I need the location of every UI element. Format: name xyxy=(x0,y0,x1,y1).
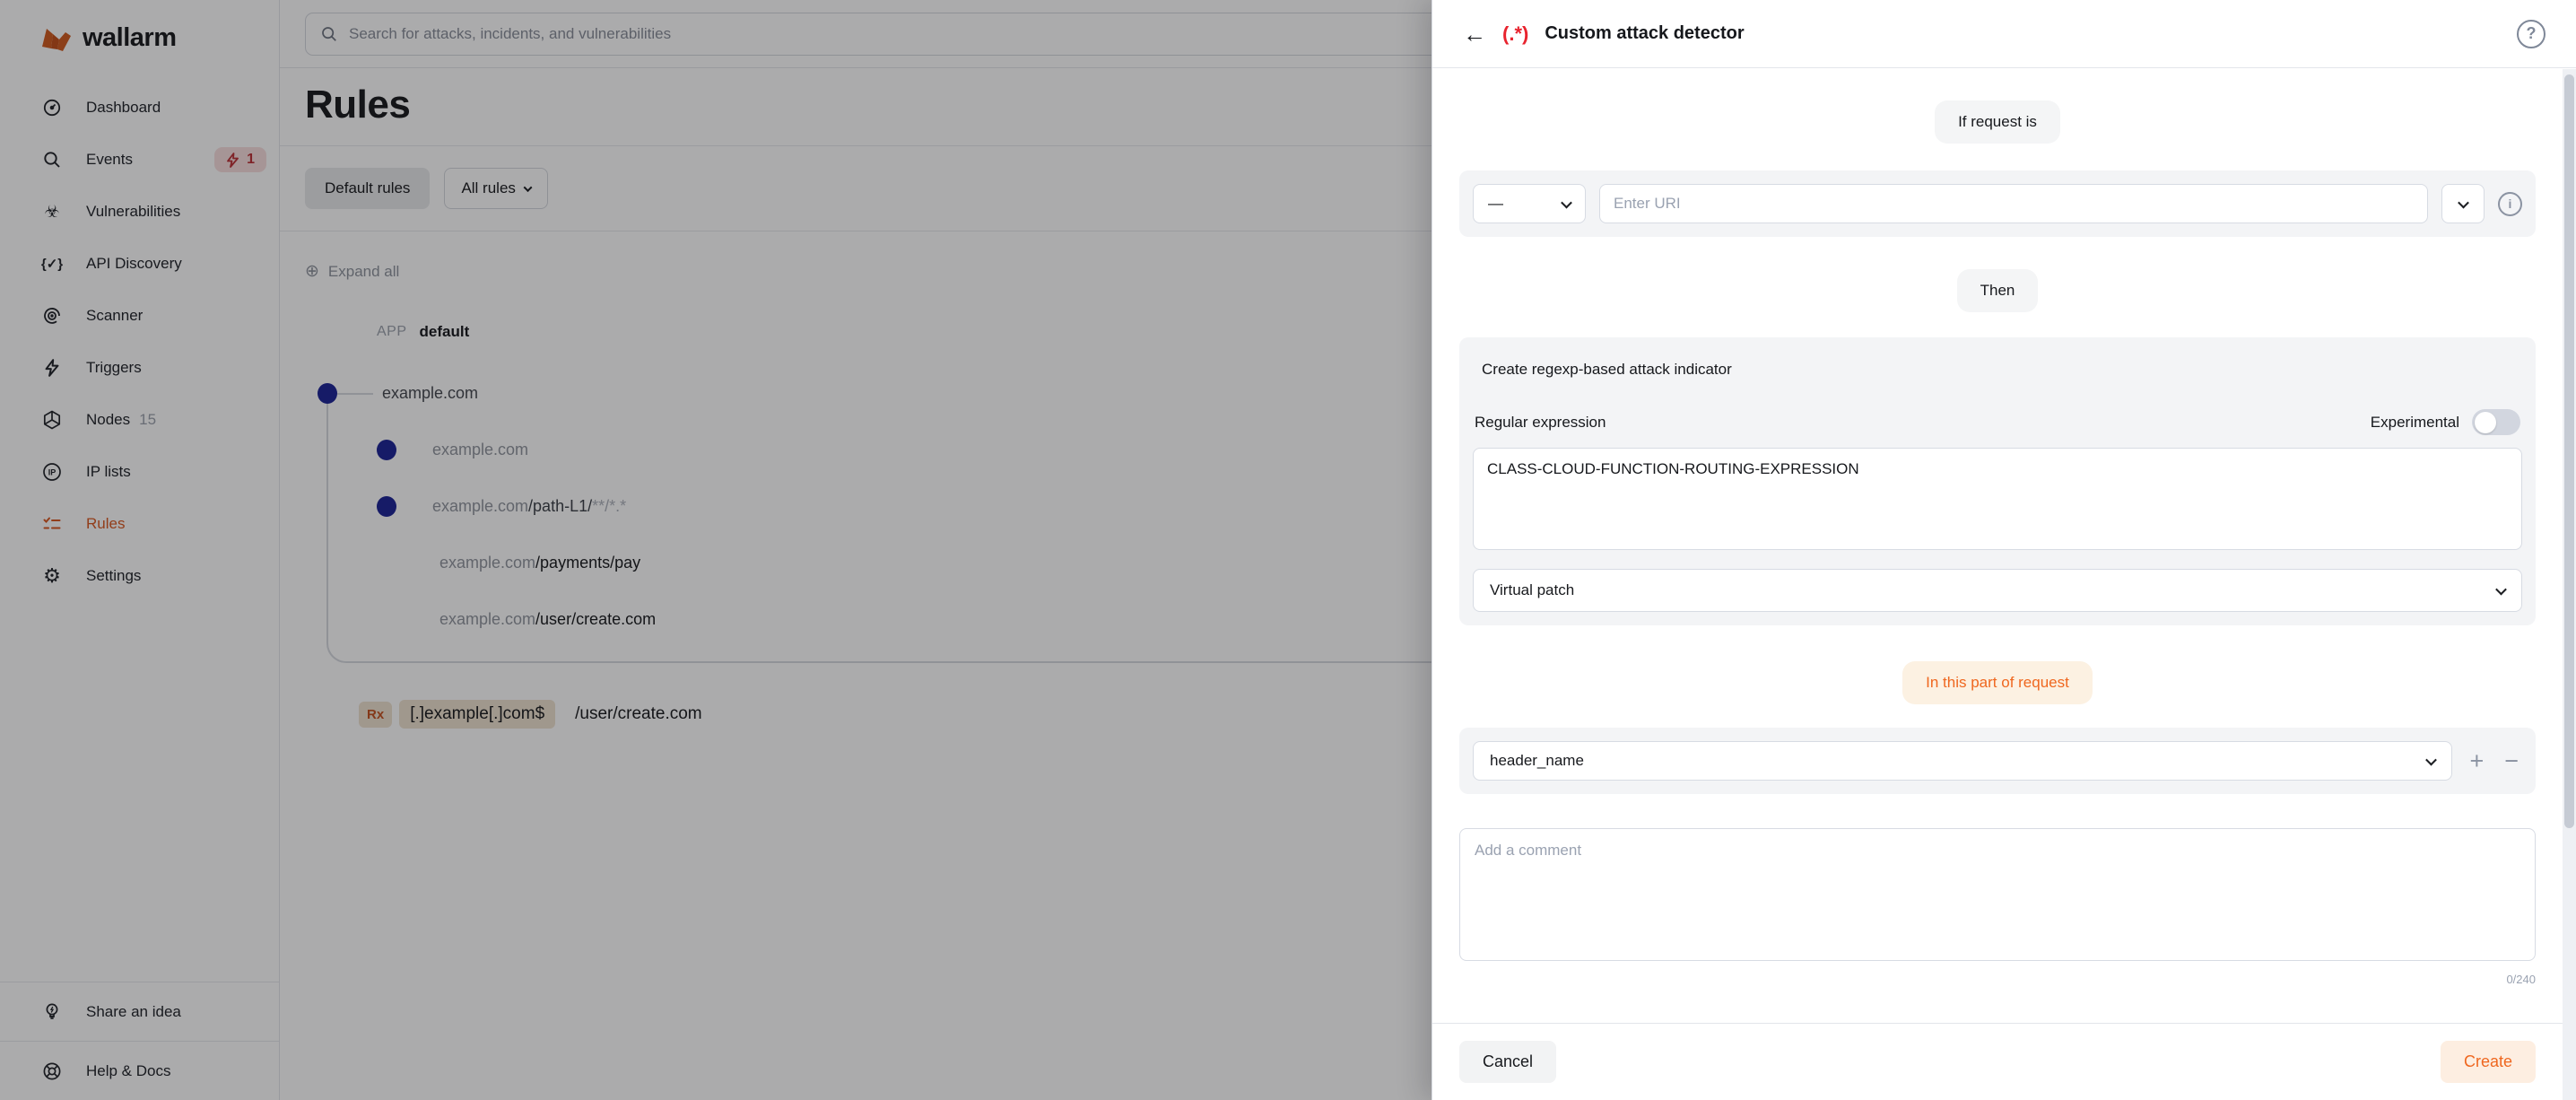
panel-footer: Cancel Create xyxy=(1432,1023,2563,1100)
panel-body: If request is — i Then Create regexp-bas… xyxy=(1432,68,2563,1023)
chevron-down-icon xyxy=(2495,583,2507,595)
regex-value-textarea[interactable] xyxy=(1473,448,2522,550)
action-title: Create regexp-based attack indicator xyxy=(1482,361,2522,379)
comment-textarea[interactable] xyxy=(1459,828,2536,961)
toggle-knob xyxy=(2475,412,2496,433)
then-pill: Then xyxy=(1957,269,2039,312)
condition-operator-value: — xyxy=(1488,195,1503,213)
scrollbar-thumb[interactable] xyxy=(2564,74,2574,828)
experimental-toggle[interactable] xyxy=(2472,409,2520,435)
info-icon[interactable]: i xyxy=(2498,192,2522,216)
condition-operator-select[interactable]: — xyxy=(1473,184,1586,223)
condition-expand-button[interactable] xyxy=(2441,184,2485,223)
uri-input[interactable] xyxy=(1599,184,2428,223)
in-this-part-of-request-pill: In this part of request xyxy=(1902,661,2093,704)
regular-expression-label: Regular expression xyxy=(1475,414,1606,432)
attack-type-select[interactable]: Virtual patch xyxy=(1473,569,2522,612)
panel-title: Custom attack detector xyxy=(1545,23,1744,44)
panel-scrollbar[interactable] xyxy=(2563,69,2576,1100)
back-arrow-button[interactable]: ← xyxy=(1463,22,1486,46)
comment-char-counter: 0/240 xyxy=(1459,973,2536,986)
request-part-select[interactable]: header_name xyxy=(1473,741,2452,781)
request-part-value: header_name xyxy=(1490,752,1584,770)
help-icon[interactable]: ? xyxy=(2517,20,2546,48)
condition-row: — i xyxy=(1459,170,2536,237)
if-request-is-pill: If request is xyxy=(1935,100,2060,144)
panel-header: ← (.*) Custom attack detector ? xyxy=(1432,0,2576,68)
request-part-row: header_name + − xyxy=(1459,728,2536,794)
regex-rule-type-icon: (.*) xyxy=(1502,22,1528,46)
attack-type-value: Virtual patch xyxy=(1490,581,1574,599)
cancel-button[interactable]: Cancel xyxy=(1459,1041,1556,1083)
chevron-down-icon xyxy=(2426,754,2438,765)
experimental-label: Experimental xyxy=(2371,414,2459,432)
action-card: Create regexp-based attack indicator Reg… xyxy=(1459,337,2536,625)
create-button[interactable]: Create xyxy=(2441,1041,2536,1083)
remove-request-part-button[interactable]: − xyxy=(2501,749,2522,773)
modal-dim-overlay xyxy=(0,0,1432,1100)
add-request-part-button[interactable]: + xyxy=(2466,749,2487,773)
chevron-down-icon xyxy=(1561,196,1572,208)
app-window: wallarm Dashboard Events xyxy=(0,0,2576,1100)
chevron-down-icon xyxy=(2458,196,2469,208)
custom-attack-detector-panel: ← (.*) Custom attack detector ? If reque… xyxy=(1432,0,2576,1100)
